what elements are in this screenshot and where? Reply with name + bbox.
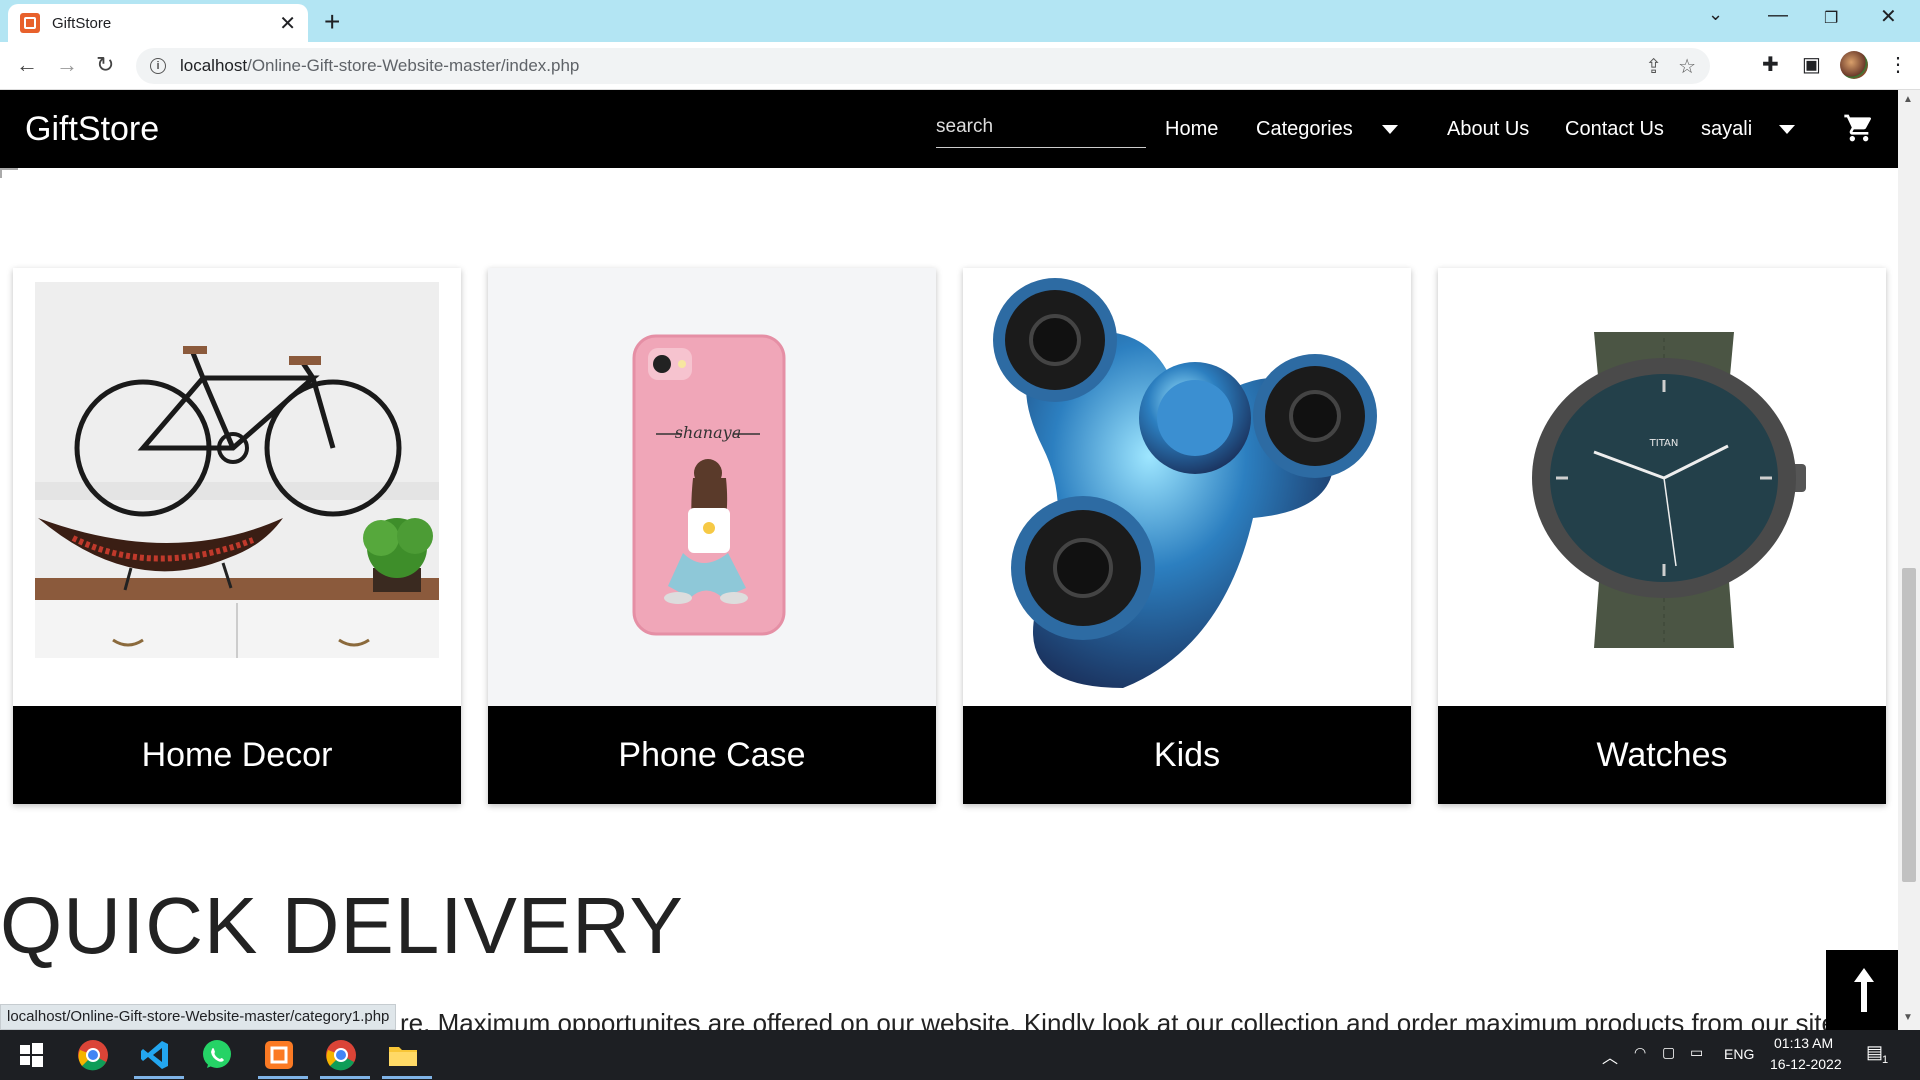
scroll-down-arrow-icon[interactable]: ▼ <box>1903 1012 1913 1023</box>
browser-tab-strip: GiftStore ✕ + ⌄ — ❐ ✕ <box>0 0 1920 42</box>
whatsapp-taskbar-icon[interactable] <box>200 1038 234 1072</box>
nav-about[interactable]: About Us <box>1447 118 1529 141</box>
quick-delivery-heading: QUICK DELIVERY <box>0 881 684 970</box>
clock-time[interactable]: 01:13 AM <box>1774 1035 1833 1051</box>
browser-toolbar: ← → ↻ i localhost/Online-Gift-store-Webs… <box>0 42 1920 90</box>
battery-icon[interactable]: ▭ <box>1690 1044 1703 1061</box>
arrow-up-icon <box>1854 968 1874 1012</box>
notification-count: 1 <box>1882 1054 1889 1066</box>
category-label: Phone Case <box>488 706 936 804</box>
back-to-top-button[interactable] <box>1826 950 1902 1030</box>
phone-case-image: shanaya <box>488 268 936 706</box>
site-navbar: GiftStore Home Categories About Us Conta… <box>0 90 1898 168</box>
tray-chevron-icon[interactable]: ︿ <box>1602 1044 1618 1068</box>
vscode-taskbar-icon[interactable] <box>138 1038 172 1072</box>
tab-search-icon[interactable]: ⌄ <box>1708 4 1723 25</box>
tab-close-icon[interactable]: ✕ <box>279 11 296 36</box>
category-card-phone-case[interactable]: shanaya Phone Case <box>488 268 936 804</box>
meet-now-icon[interactable]: ▢ <box>1662 1044 1675 1061</box>
nav-categories[interactable]: Categories <box>1256 118 1353 141</box>
tab-title: GiftStore <box>52 14 112 32</box>
url-path: /Online-Gift-store-Website-master/index.… <box>247 56 580 75</box>
explorer-active-indicator <box>382 1076 432 1079</box>
reload-icon[interactable]: ↻ <box>96 52 114 78</box>
bicycle-decor-image <box>13 268 461 706</box>
category-label: Kids <box>963 706 1411 804</box>
chrome-taskbar-icon[interactable] <box>76 1038 110 1072</box>
broken-banner-image <box>0 168 18 178</box>
clock-date[interactable]: 16-12-2022 <box>1770 1056 1842 1072</box>
file-explorer-taskbar-icon[interactable] <box>386 1038 420 1072</box>
notification-icon[interactable]: ▤ <box>1866 1042 1883 1063</box>
brand-logo[interactable]: GiftStore <box>25 110 159 149</box>
category-label: Home Decor <box>13 706 461 804</box>
site-info-icon[interactable]: i <box>150 58 166 74</box>
vscode-active-indicator <box>134 1076 184 1079</box>
side-panel-icon[interactable]: ▣ <box>1802 52 1821 77</box>
minimize-button[interactable]: — <box>1768 4 1788 27</box>
share-icon[interactable]: ⇪ <box>1645 54 1662 79</box>
bookmark-star-icon[interactable]: ☆ <box>1678 54 1696 79</box>
xampp-favicon-icon <box>20 13 40 33</box>
browser-tab[interactable]: GiftStore ✕ <box>8 4 308 42</box>
new-tab-button[interactable]: + <box>324 6 340 38</box>
nav-home[interactable]: Home <box>1165 118 1218 141</box>
back-icon[interactable]: ← <box>16 52 38 78</box>
fidget-spinner-image <box>963 268 1411 706</box>
nav-user[interactable]: sayali <box>1701 118 1752 141</box>
page-scrollbar[interactable] <box>1898 90 1920 1030</box>
forward-icon[interactable]: → <box>56 52 78 78</box>
category-card-home-decor[interactable]: Home Decor <box>13 268 461 804</box>
profile-avatar[interactable] <box>1840 51 1868 79</box>
scrollbar-thumb[interactable] <box>1902 568 1916 882</box>
scroll-up-arrow-icon[interactable]: ▲ <box>1903 94 1913 105</box>
phone-case-name: shanaya <box>675 423 741 442</box>
link-hover-status: localhost/Online-Gift-store-Website-mast… <box>0 1004 397 1030</box>
network-icon[interactable]: ◠ <box>1634 1044 1646 1061</box>
nav-contact[interactable]: Contact Us <box>1565 118 1664 141</box>
language-indicator[interactable]: ENG <box>1724 1046 1754 1062</box>
menu-kebab-icon[interactable]: ⋮ <box>1888 52 1908 77</box>
chrome-window-taskbar-icon[interactable] <box>324 1038 358 1072</box>
extensions-icon[interactable]: ✚ <box>1762 52 1779 77</box>
category-card-kids[interactable]: Kids <box>963 268 1411 804</box>
watch-brand-text: TITAN <box>1649 438 1679 449</box>
close-window-button[interactable]: ✕ <box>1880 4 1897 29</box>
windows-taskbar: ︿ ◠ ▢ ▭ ENG 01:13 AM 16-12-2022 ▤ 1 <box>0 1030 1920 1080</box>
xampp-taskbar-icon[interactable] <box>262 1038 296 1072</box>
xampp-active-indicator <box>258 1076 308 1079</box>
user-dropdown-icon[interactable] <box>1779 125 1795 134</box>
search-input[interactable] <box>936 106 1146 148</box>
category-card-watches[interactable]: TITAN Watches <box>1438 268 1886 804</box>
category-label: Watches <box>1438 706 1886 804</box>
address-bar[interactable]: i localhost/Online-Gift-store-Website-ma… <box>136 48 1710 84</box>
watch-image: TITAN <box>1438 268 1886 706</box>
categories-dropdown-icon[interactable] <box>1382 125 1398 134</box>
url-host: localhost <box>180 56 248 75</box>
windows-start-icon[interactable] <box>14 1038 48 1072</box>
cart-icon[interactable] <box>1842 112 1876 144</box>
restore-button[interactable]: ❐ <box>1824 8 1838 28</box>
chrome-active-indicator <box>320 1076 370 1079</box>
